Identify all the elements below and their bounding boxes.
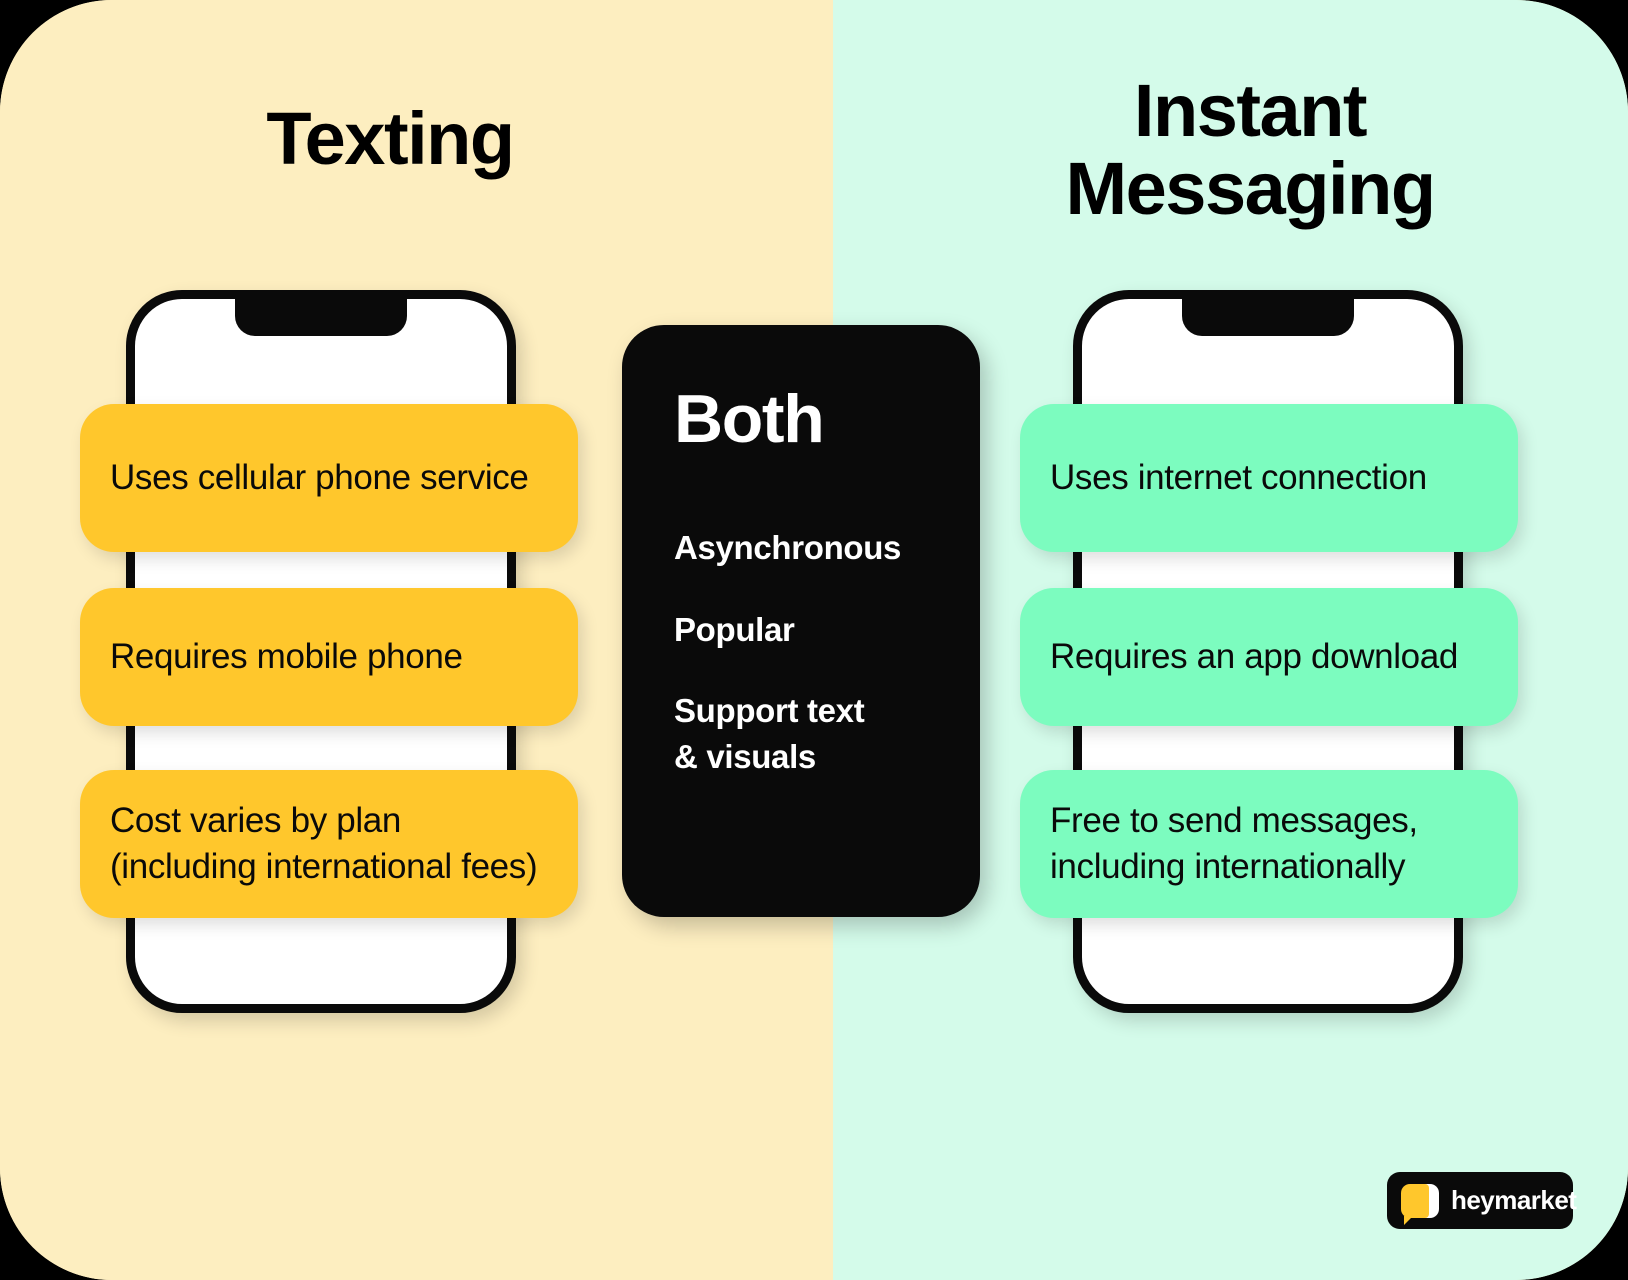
feature-text-line-1: Cost varies by plan <box>110 800 401 840</box>
feature-text-line-2: including internationally <box>1050 847 1406 886</box>
both-item-text-line-2: & visuals <box>674 737 816 775</box>
feature-pill-instant-messaging-3: Free to send messages, including interna… <box>1020 770 1518 918</box>
feature-pill-instant-messaging-1: Uses internet connection <box>1020 404 1518 552</box>
feature-pill-texting-2: Requires mobile phone <box>80 588 578 726</box>
both-shared-features-panel: Both Asynchronous Popular Support text &… <box>622 325 980 917</box>
logo-wordmark: heymarket <box>1451 1185 1577 1215</box>
phone-notch-icon <box>1182 298 1354 336</box>
feature-text-line-2: (including international fees) <box>110 847 538 886</box>
both-panel-list: Asynchronous Popular Support text & visu… <box>674 525 980 779</box>
both-panel-title: Both <box>674 381 825 457</box>
heymarket-logo[interactable]: heymarket <box>1387 1172 1577 1229</box>
both-item-text: Popular <box>674 610 795 648</box>
both-item-2: Popular <box>674 607 980 653</box>
feature-pill-texting-1: Uses cellular phone service <box>80 404 578 552</box>
both-item-1: Asynchronous <box>674 525 980 571</box>
both-item-text: Asynchronous <box>674 529 902 566</box>
feature-text: Uses cellular phone service <box>110 457 529 497</box>
feature-text-line-1: Free to send messages, <box>1050 800 1418 840</box>
column-heading-instant-messaging: Instant Messaging <box>930 69 1570 231</box>
feature-text: Requires mobile phone <box>110 636 463 676</box>
heading-line-2: Messaging <box>1065 147 1436 231</box>
both-item-text-line-1: Support text <box>674 692 865 730</box>
feature-pill-instant-messaging-2: Requires an app download <box>1020 588 1518 726</box>
phone-notch-icon <box>235 298 407 336</box>
heading-line-1: Instant <box>1133 69 1368 152</box>
feature-pill-texting-3: Cost varies by plan (including internati… <box>80 770 578 918</box>
feature-text: Uses internet connection <box>1050 457 1427 497</box>
speech-bubble-icon <box>1401 1183 1439 1225</box>
infographic-canvas: Texting Instant Messaging Uses cellular … <box>0 0 1628 1280</box>
both-item-3: Support text & visuals <box>674 688 980 779</box>
column-heading-texting: Texting <box>266 97 515 180</box>
feature-text: Requires an app download <box>1050 636 1459 676</box>
